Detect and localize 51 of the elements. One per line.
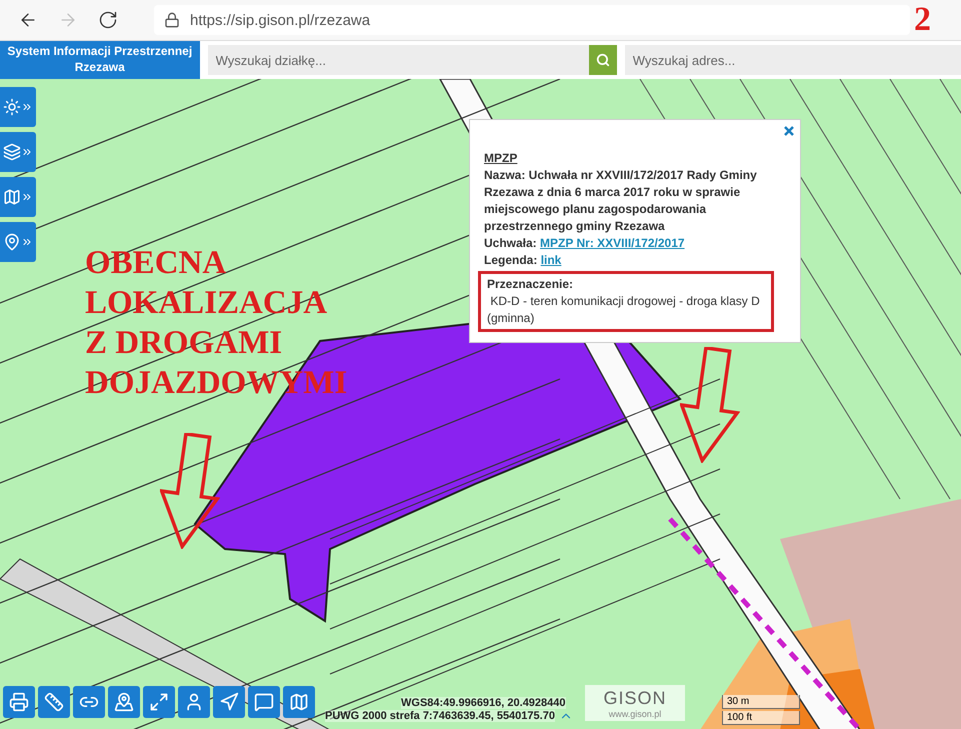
ruler-icon <box>44 692 64 712</box>
lock-icon <box>164 12 180 28</box>
speech-bubble-icon <box>254 692 274 712</box>
scale-label: 30 m <box>722 695 800 709</box>
navigate-tool-button[interactable] <box>213 686 245 718</box>
app-title: System Informacji Przestrzennej Rzezawa <box>0 41 200 79</box>
measure-tool-button[interactable] <box>38 686 70 718</box>
close-button[interactable] <box>782 124 796 138</box>
field-label: Legenda: <box>484 253 538 267</box>
logo: GISON www.gison.pl <box>585 685 685 721</box>
scale-label: 100 ft <box>722 711 800 725</box>
pin-tool-button[interactable] <box>0 222 36 262</box>
double-chevron-icon <box>21 101 33 113</box>
map-tool-button[interactable] <box>283 686 315 718</box>
expand-icon <box>149 692 169 712</box>
navigation-arrow-icon <box>219 692 239 712</box>
link[interactable]: link <box>540 253 562 267</box>
search-icon <box>596 53 610 67</box>
reload-icon <box>98 10 118 30</box>
field-value: KD-D - teren komunikacji drogowej - droga klasy D (gminna) <box>487 293 761 327</box>
field-label: Uchwała: <box>484 236 537 250</box>
annotation-number: 2 <box>914 1 931 39</box>
address-search-field[interactable]: Wyszukaj adres... <box>624 45 961 75</box>
print-tool-button[interactable] <box>3 686 35 718</box>
map-tool-button[interactable] <box>0 177 36 217</box>
field-label: Przeznaczenie: <box>487 276 574 293</box>
address-bar[interactable]: https://sip.gison.pl/rzezawa <box>154 5 910 35</box>
search-button[interactable] <box>588 45 617 75</box>
parcel-search-field[interactable]: Wyszukaj działkę... <box>208 45 589 75</box>
map-pin-icon <box>114 692 134 712</box>
double-chevron-icon <box>21 191 33 203</box>
pin-tool-button[interactable] <box>108 686 140 718</box>
sun-icon <box>3 98 21 116</box>
map-icon <box>289 692 309 712</box>
layers-tool-button[interactable] <box>0 132 36 172</box>
expand-tool-button[interactable] <box>143 686 175 718</box>
map-pin-icon <box>3 233 21 251</box>
map-icon <box>3 188 21 206</box>
link-tool-button[interactable] <box>73 686 105 718</box>
wgs84-coordinates: WGS84:49.9966916, 20.4928440 <box>401 697 566 709</box>
info-tool-button[interactable] <box>178 686 210 718</box>
puwg-coordinates: PUWG 2000 strefa 7:7463639.45, 5540175.70 <box>325 710 555 722</box>
double-chevron-icon <box>21 236 33 248</box>
comment-tool-button[interactable] <box>248 686 280 718</box>
layers-icon <box>3 143 21 161</box>
printer-icon <box>9 692 29 712</box>
popup-description: Nazwa: Uchwała nr XXVIII/172/2017 Rady Gminy Rzezawa z dnia 6 marca 2017 roku w sprawie miejscowego planu zagospodarowania przestrzennego gminy Rzezawa <box>484 167 758 235</box>
double-chevron-icon <box>21 146 33 158</box>
link[interactable]: MPZP Nr: XXVIII/172/2017 <box>540 236 685 250</box>
popup-heading: MPZP <box>484 150 518 167</box>
light-tool-button[interactable] <box>0 87 36 127</box>
